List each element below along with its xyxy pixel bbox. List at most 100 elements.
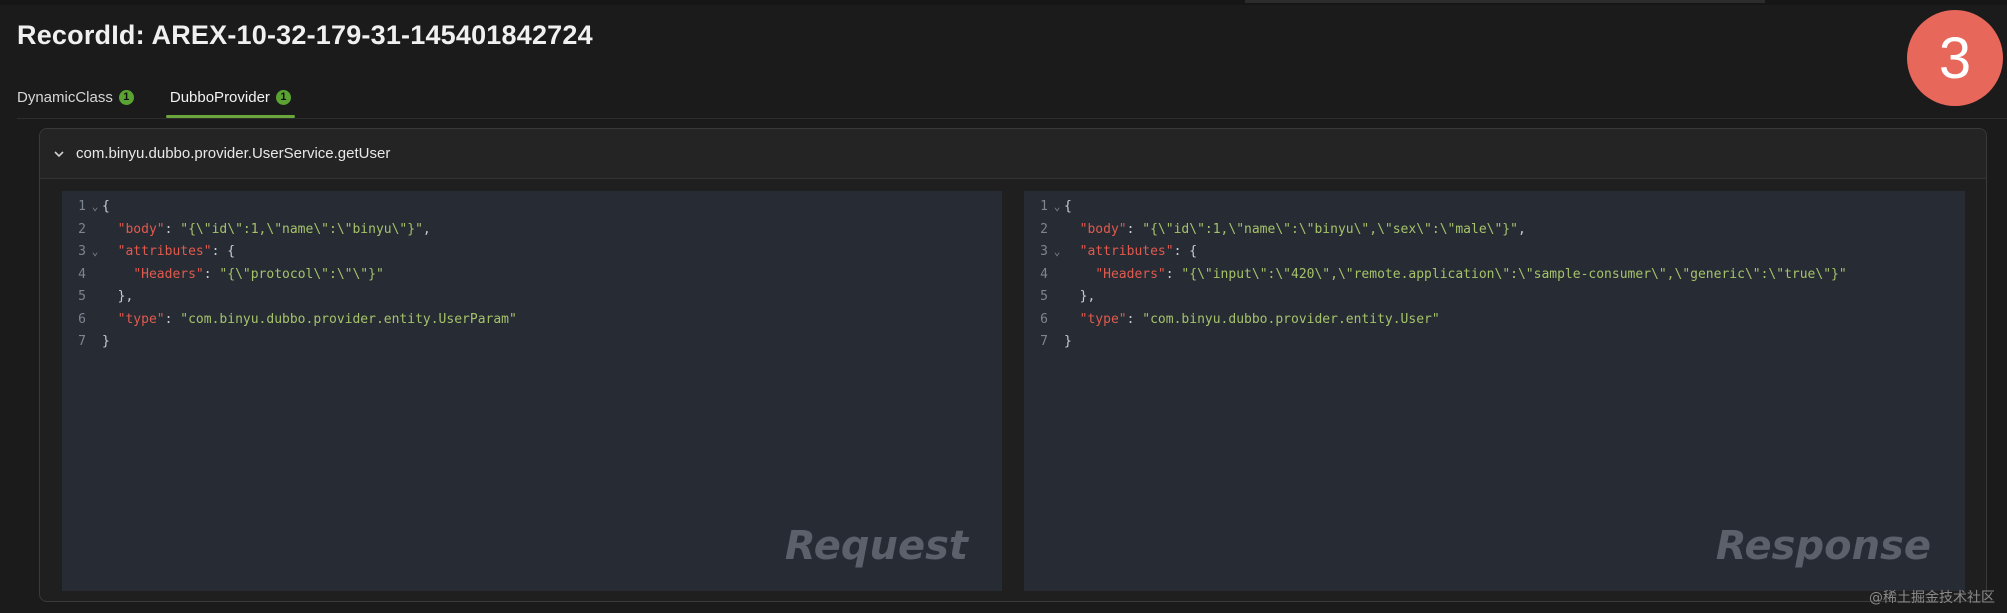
code-text: "Headers": "{\"protocol\":\"\"}": [102, 264, 384, 287]
code-text: },: [102, 286, 134, 309]
tab-dynamicclass[interactable]: DynamicClass 1: [17, 82, 134, 112]
json-punct: }: [1064, 334, 1072, 349]
line-number: 4: [78, 266, 86, 282]
json-string: "{\"protocol\":\"\"}": [219, 266, 384, 282]
line-number: 7: [1040, 334, 1048, 349]
code-text: "attributes": {: [1064, 241, 1197, 264]
code-line: 2 "body": "{\"id\":1,\"name\":\"binyu\",…: [1024, 219, 1847, 242]
fold-chevron-icon[interactable]: ⌄: [1050, 241, 1064, 264]
fold-chevron-icon[interactable]: ⌄: [1050, 196, 1064, 219]
json-string: "com.binyu.dubbo.provider.entity.User": [1142, 311, 1440, 327]
line-number: 6: [1040, 311, 1048, 327]
code-text: "attributes": {: [102, 241, 235, 264]
collapse-panel: com.binyu.dubbo.provider.UserService.get…: [39, 128, 1987, 602]
code-text: }: [102, 331, 110, 354]
tab-dubboprovider[interactable]: DubboProvider 1: [165, 82, 295, 118]
fold-gutter: [88, 219, 102, 242]
json-punct: [102, 222, 118, 237]
json-punct: [1064, 312, 1080, 327]
json-key: "attributes": [1079, 244, 1174, 259]
json-string: "{\"input\":\"420\",\"remote.application…: [1181, 266, 1847, 282]
json-punct: {: [1064, 199, 1072, 214]
code-text: {: [1064, 196, 1072, 219]
fold-gutter: [1050, 264, 1064, 287]
line-number: 2: [78, 221, 86, 237]
code-line: 1 ⌄{: [1024, 196, 1847, 219]
line-number: 3: [78, 244, 86, 259]
code-text: "body": "{\"id\":1,\"name\":\"binyu\"}",: [102, 219, 431, 242]
code-line: 4 "Headers": "{\"protocol\":\"\"}": [62, 264, 517, 287]
json-key: "attributes": [117, 244, 212, 259]
json-punct: [102, 244, 118, 259]
line-number: 2: [1040, 221, 1048, 237]
fold-gutter: [88, 264, 102, 287]
tab-bar: DynamicClass 1 DubboProvider 1: [17, 82, 295, 118]
json-string: "com.binyu.dubbo.provider.entity.UserPar…: [180, 311, 517, 327]
code-line: 7}: [1024, 331, 1847, 354]
tab-label: DynamicClass: [17, 88, 113, 106]
response-editor[interactable]: 1 ⌄{2 "body": "{\"id\":1,\"name\":\"binyu…: [1024, 191, 1965, 591]
json-punct: }: [102, 334, 110, 349]
code-text: {: [102, 196, 110, 219]
response-watermark: Response: [1715, 523, 1931, 569]
code-line: 1 ⌄{: [62, 196, 517, 219]
request-watermark: Request: [784, 523, 968, 569]
fold-gutter: [1050, 286, 1064, 309]
code-line: 7}: [62, 331, 517, 354]
site-credit: @稀土掘金技术社区: [1869, 590, 1995, 606]
code-text: "type": "com.binyu.dubbo.provider.entity…: [1064, 309, 1440, 332]
top-strip: [0, 0, 2007, 5]
fold-gutter: [1050, 331, 1064, 354]
json-punct: :: [1126, 311, 1143, 327]
fold-chevron-icon[interactable]: ⌄: [88, 241, 102, 264]
json-punct: :: [1126, 221, 1143, 237]
request-editor[interactable]: 1 ⌄{2 "body": "{\"id\":1,\"name\":\"binyu…: [62, 191, 1002, 591]
line-number: 5: [1040, 289, 1048, 304]
code-line: 4 "Headers": "{\"input\":\"420\",\"remot…: [1024, 264, 1847, 287]
json-punct: :: [164, 221, 181, 237]
top-strip-segment: [1245, 0, 1765, 3]
line-number: 4: [1040, 266, 1048, 282]
chevron-down-icon[interactable]: [52, 147, 66, 161]
code-line: 2 "body": "{\"id\":1,\"name\":\"binyu\"}…: [62, 219, 517, 242]
json-punct: [1064, 222, 1080, 237]
code-text: "type": "com.binyu.dubbo.provider.entity…: [102, 309, 517, 332]
json-punct: :: [1165, 266, 1182, 282]
fold-gutter: [88, 331, 102, 354]
json-punct: ,: [1517, 221, 1526, 237]
fold-gutter: [1050, 219, 1064, 242]
tab-bar-divider: [17, 118, 2007, 119]
line-number: 1: [78, 199, 86, 214]
json-string: "{\"id\":1,\"name\":\"binyu\"}": [180, 221, 423, 237]
json-punct: {: [102, 199, 110, 214]
json-punct: },: [1064, 289, 1096, 304]
request-code: 1 ⌄{2 "body": "{\"id\":1,\"name\":\"binyu…: [62, 196, 517, 354]
json-key: "body": [1079, 221, 1127, 237]
response-code: 1 ⌄{2 "body": "{\"id\":1,\"name\":\"binyu…: [1024, 196, 1847, 354]
json-punct: ,: [422, 221, 431, 237]
json-key: "body": [117, 221, 165, 237]
code-line: 6 "type": "com.binyu.dubbo.provider.enti…: [1024, 309, 1847, 332]
line-number: 6: [78, 311, 86, 327]
code-text: }: [1064, 331, 1072, 354]
line-number: 3: [1040, 244, 1048, 259]
json-punct: [1064, 267, 1095, 282]
code-line: 3 ⌄ "attributes": {: [62, 241, 517, 264]
line-number: 5: [78, 289, 86, 304]
tab-count-badge: 1: [118, 89, 134, 105]
tab-count-badge: 1: [275, 89, 291, 105]
code-line: 5 },: [1024, 286, 1847, 309]
code-text: },: [1064, 286, 1096, 309]
code-line: 5 },: [62, 286, 517, 309]
page-title: RecordId: AREX-10-32-179-31-145401842724: [17, 20, 593, 50]
tab-label: DubboProvider: [169, 88, 270, 106]
json-punct: :: [164, 311, 181, 327]
json-key: "Headers": [1095, 266, 1166, 282]
json-punct: [1064, 244, 1080, 259]
collapse-panel-header[interactable]: com.binyu.dubbo.provider.UserService.get…: [40, 129, 1986, 179]
fold-chevron-icon[interactable]: ⌄: [88, 196, 102, 219]
code-line: 6 "type": "com.binyu.dubbo.provider.enti…: [62, 309, 517, 332]
app-window: RecordId: AREX-10-32-179-31-145401842724…: [0, 0, 2007, 613]
json-key: "type": [1079, 311, 1127, 327]
fold-gutter: [88, 286, 102, 309]
